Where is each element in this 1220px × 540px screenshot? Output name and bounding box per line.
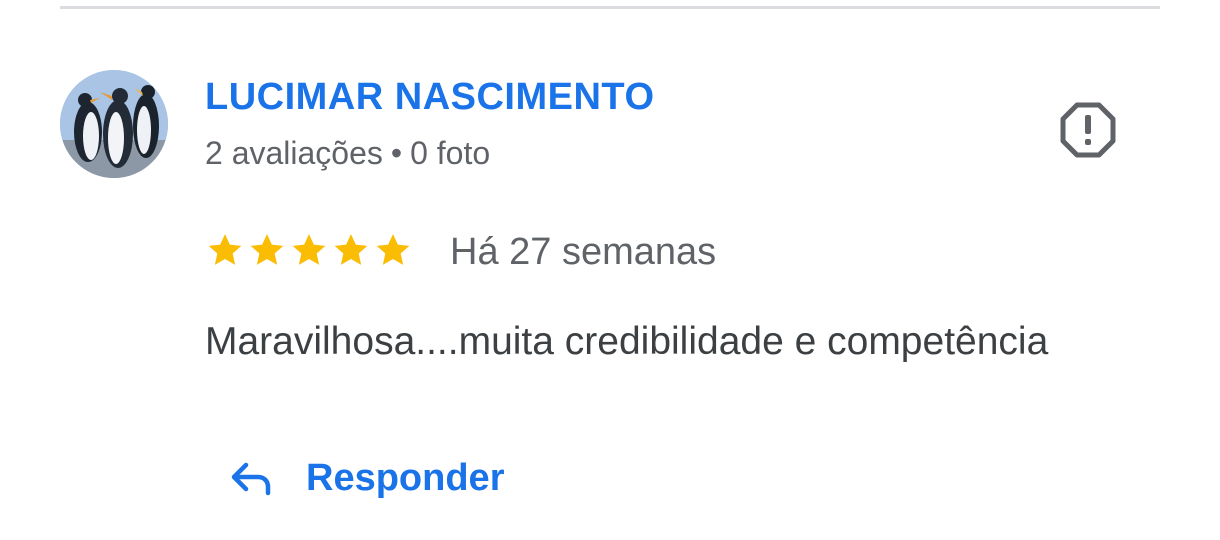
reply-label: Responder (306, 456, 505, 499)
meta-separator: • (390, 135, 403, 171)
author-name[interactable]: LUCIMAR NASCIMENTO (205, 76, 655, 119)
review-text: Maravilhosa....muita credibilidade e com… (205, 320, 1049, 363)
star-icon (376, 234, 410, 265)
author-review-count: 2 avaliações (205, 135, 383, 171)
rating-stars (205, 230, 413, 270)
top-divider (60, 6, 1160, 9)
author-photo-count: 0 foto (410, 135, 491, 171)
review-time: Há 27 semanas (450, 231, 717, 273)
author-meta: 2 avaliações • 0 foto (205, 135, 490, 172)
reply-button[interactable]: Responder (228, 455, 504, 501)
star-icon (208, 234, 242, 265)
reply-arrow-icon (231, 462, 271, 496)
avatar[interactable] (60, 70, 168, 178)
star-icon (292, 234, 326, 265)
penguin-avatar-image (60, 70, 168, 178)
star-icon (250, 234, 284, 265)
report-icon[interactable] (1058, 100, 1118, 160)
star-icon (334, 234, 368, 265)
